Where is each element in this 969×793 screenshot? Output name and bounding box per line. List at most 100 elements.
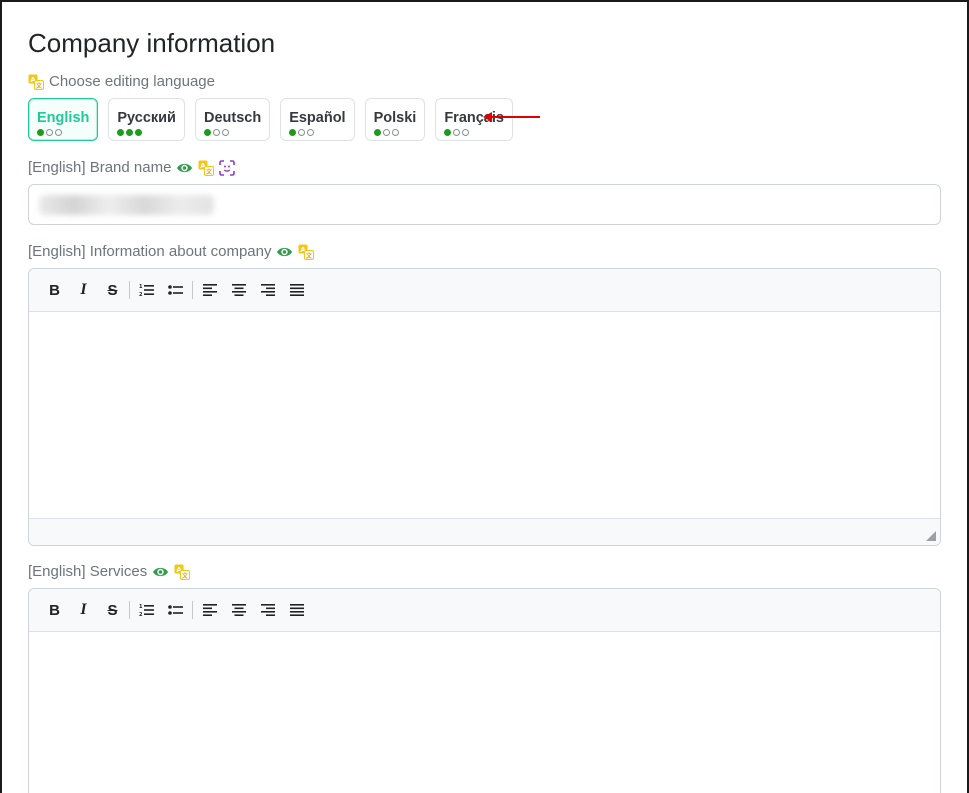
language-tab-label: English (37, 109, 90, 126)
eye-icon[interactable] (176, 161, 193, 175)
align-left-button[interactable] (195, 596, 224, 624)
svg-text:1: 1 (139, 604, 143, 610)
toolbar-divider (192, 281, 193, 299)
about-company-editor: B I S 12 (28, 268, 941, 546)
progress-dot (298, 128, 306, 136)
svg-text:文: 文 (205, 168, 213, 176)
language-tab-label: Español (289, 109, 346, 126)
services-label-text: [English] Services (28, 563, 148, 580)
strikethrough-button[interactable]: S (98, 276, 127, 304)
blurred-brand-name (39, 195, 214, 215)
align-left-button[interactable] (195, 276, 224, 304)
language-tab-label: Polski (373, 109, 417, 126)
services-label: [English] Services A 文 (28, 563, 191, 580)
translate-icon[interactable]: A 文 (198, 160, 215, 176)
editor-statusbar (29, 518, 940, 545)
progress-dot (289, 128, 297, 136)
align-left-icon (202, 604, 217, 616)
align-center-icon (231, 284, 246, 296)
services-textarea[interactable] (29, 632, 940, 793)
progress-dot (444, 128, 452, 136)
about-company-textarea[interactable] (29, 312, 940, 518)
language-tabs: English Русский Deutsch Español Polski F… (28, 98, 513, 141)
about-company-label: [English] Information about company A 文 (28, 243, 315, 260)
language-tab-english[interactable]: English (28, 98, 99, 141)
ai-face-scan-icon[interactable] (219, 159, 236, 176)
bullet-list-icon (168, 605, 183, 615)
align-right-icon (260, 604, 275, 616)
svg-text:2: 2 (139, 612, 143, 617)
italic-button[interactable]: I (69, 276, 98, 304)
services-editor: B I S 12 (28, 588, 941, 793)
progress-dot (373, 128, 381, 136)
bullet-list-button[interactable] (161, 596, 190, 624)
svg-text:1: 1 (139, 284, 143, 290)
language-caption-text: Choose editing language (49, 73, 215, 90)
align-right-button[interactable] (253, 276, 282, 304)
toolbar-divider (129, 281, 130, 299)
language-tab-russian[interactable]: Русский (108, 98, 185, 141)
ordered-list-button[interactable]: 12 (132, 596, 161, 624)
bold-button[interactable]: B (40, 276, 69, 304)
language-caption: A 文 Choose editing language (28, 73, 215, 90)
about-company-label-text: [English] Information about company (28, 243, 272, 260)
progress-dot (37, 128, 44, 136)
progress-dot (382, 128, 390, 136)
toolbar-divider (192, 601, 193, 619)
align-left-icon (202, 284, 217, 296)
language-tab-label: Русский (117, 109, 176, 126)
align-center-button[interactable] (224, 276, 253, 304)
svg-text:文: 文 (305, 252, 313, 260)
progress-dot (55, 128, 62, 136)
align-justify-button[interactable] (282, 276, 311, 304)
align-center-button[interactable] (224, 596, 253, 624)
ordered-list-icon: 12 (139, 604, 154, 617)
progress-dot (203, 128, 211, 136)
ordered-list-button[interactable]: 12 (132, 276, 161, 304)
bold-button[interactable]: B (40, 596, 69, 624)
translate-icon: A 文 (28, 74, 44, 90)
progress-dot (391, 128, 399, 136)
language-tab-label: Deutsch (203, 109, 262, 126)
translation-progress (117, 128, 176, 136)
editor-toolbar: B I S 12 (29, 589, 940, 632)
progress-dot (135, 128, 143, 136)
progress-dot (462, 128, 470, 136)
page-title: Company information (28, 28, 276, 58)
progress-dot (117, 128, 125, 136)
bullet-list-button[interactable] (161, 276, 190, 304)
language-tab-polish[interactable]: Polski (364, 98, 426, 141)
align-right-button[interactable] (253, 596, 282, 624)
translation-progress (373, 128, 417, 136)
brand-name-label: [English] Brand name A 文 (28, 159, 236, 176)
translate-icon[interactable]: A 文 (174, 564, 191, 580)
italic-button[interactable]: I (69, 596, 98, 624)
strikethrough-button[interactable]: S (98, 596, 127, 624)
ordered-list-icon: 12 (139, 284, 154, 297)
align-justify-button[interactable] (282, 596, 311, 624)
resize-handle-icon[interactable] (926, 531, 936, 541)
annotation-arrow-icon (483, 112, 540, 122)
translate-icon[interactable]: A 文 (298, 244, 315, 260)
language-tab-spanish[interactable]: Español (280, 98, 355, 141)
svg-text:文: 文 (35, 82, 43, 90)
toolbar-divider (129, 601, 130, 619)
align-right-icon (260, 284, 275, 296)
align-justify-icon (289, 284, 304, 296)
svg-text:文: 文 (181, 572, 189, 580)
bullet-list-icon (168, 285, 183, 295)
align-center-icon (231, 604, 246, 616)
progress-dot (307, 128, 315, 136)
align-justify-icon (289, 604, 304, 616)
progress-dot (453, 128, 461, 136)
svg-text:2: 2 (139, 292, 143, 297)
eye-icon[interactable] (152, 565, 169, 579)
progress-dot (126, 128, 134, 136)
page-frame: Company information A 文 Choose editing l… (0, 0, 969, 793)
brand-name-label-text: [English] Brand name (28, 159, 172, 176)
eye-icon[interactable] (276, 245, 293, 259)
language-tab-german[interactable]: Deutsch (194, 98, 271, 141)
progress-dot (221, 128, 229, 136)
brand-name-input[interactable] (28, 184, 941, 225)
translation-progress (37, 128, 89, 136)
